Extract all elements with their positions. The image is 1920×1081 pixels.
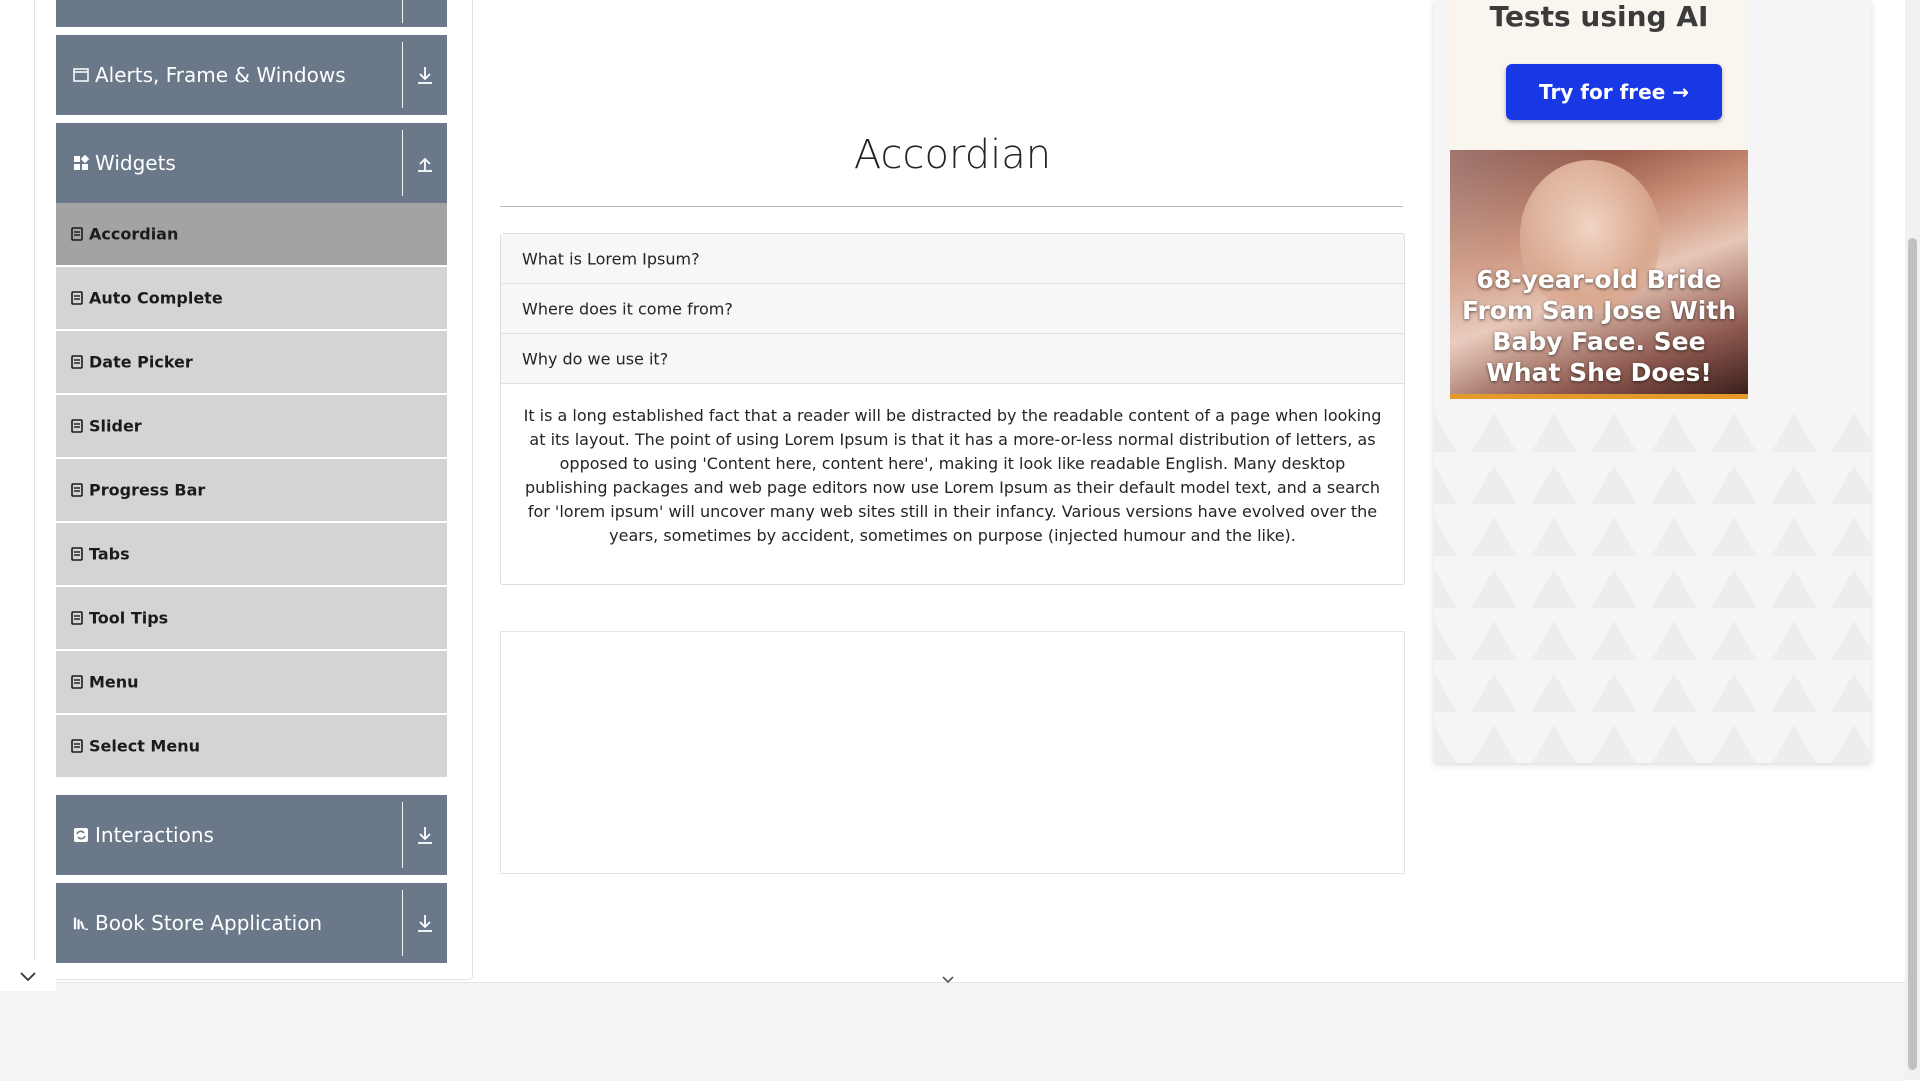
group-title: Widgets — [95, 151, 176, 175]
group-header-alerts-frame-windows[interactable]: Alerts, Frame & Windows — [56, 35, 447, 115]
group-header-previous[interactable] — [56, 0, 447, 27]
menu-item-menu[interactable]: Menu — [56, 651, 447, 713]
interactions-icon — [73, 827, 89, 843]
group-title: Alerts, Frame & Windows — [95, 63, 346, 87]
menu-item-auto-complete[interactable]: Auto Complete — [56, 267, 447, 329]
group-divider — [402, 802, 403, 868]
expand-down-arrow-icon[interactable] — [416, 825, 434, 845]
menu-item-slider[interactable]: Slider — [56, 395, 447, 457]
expand-down-arrow-icon[interactable] — [416, 65, 434, 85]
group-header-book-store-application[interactable]: Book Store Application — [56, 883, 447, 963]
list-item-icon — [71, 227, 85, 243]
menu-item-label: Select Menu — [89, 736, 200, 756]
menu-item-tool-tips[interactable]: Tool Tips — [56, 587, 447, 649]
menu-item-accordian[interactable]: Accordian — [56, 203, 447, 265]
list-item-icon — [71, 355, 85, 371]
widgets-menu-list: Accordian Auto Complete Date Picker Slid… — [56, 203, 447, 779]
menu-item-progress-bar[interactable]: Progress Bar — [56, 459, 447, 521]
menu-item-label: Menu — [89, 672, 139, 692]
accordion: What is Lorem Ipsum? Where does it come … — [500, 233, 1405, 585]
group-title: Book Store Application — [95, 911, 323, 935]
accordion-section-1-header[interactable]: What is Lorem Ipsum? — [501, 234, 1404, 284]
list-item-icon — [71, 611, 85, 627]
ad-placeholder-box — [500, 631, 1405, 874]
menu-item-tabs[interactable]: Tabs — [56, 523, 447, 585]
ad-heading: Tests using AI — [1489, 0, 1709, 33]
page-title: Accordian — [853, 132, 1052, 178]
try-for-free-button[interactable]: Try for free → — [1506, 64, 1722, 120]
group-title: Interactions — [95, 823, 214, 847]
menu-item-date-picker[interactable]: Date Picker — [56, 331, 447, 393]
list-item-icon — [71, 739, 85, 755]
menu-item-label: Slider — [89, 416, 142, 436]
menu-item-label: Accordian — [89, 224, 179, 244]
book-store-icon — [73, 915, 89, 931]
accordion-section-heading: What is Lorem Ipsum? — [522, 249, 700, 268]
ad-banner[interactable]: Tests using AI Try for free → — [1450, 0, 1748, 150]
menu-item-label: Progress Bar — [89, 480, 206, 500]
ad-photo-caption: 68-year-old Bride From San Jose With Bab… — [1461, 265, 1737, 387]
window-icon — [73, 67, 89, 83]
expand-down-arrow-icon[interactable] — [416, 913, 434, 933]
list-item-icon — [71, 675, 85, 691]
collapse-sidebar-button[interactable] — [0, 961, 56, 991]
accordion-section-3-header[interactable]: Why do we use it? — [501, 334, 1404, 384]
menu-item-label: Tool Tips — [89, 608, 169, 628]
accordion-section-3-body: It is a long established fact that a rea… — [523, 406, 1382, 545]
group-divider — [402, 890, 403, 956]
group-header-interactions[interactable]: Interactions — [56, 795, 447, 875]
chevron-down-icon[interactable] — [940, 973, 956, 985]
list-item-icon — [71, 419, 85, 435]
accordion-section-2-header[interactable]: Where does it come from? — [501, 284, 1404, 334]
menu-item-label: Tabs — [89, 544, 130, 564]
list-item-icon — [71, 291, 85, 307]
list-item-icon — [71, 547, 85, 563]
group-divider — [402, 0, 403, 23]
collapse-up-arrow-icon[interactable] — [416, 153, 434, 173]
group-header-widgets[interactable]: Widgets — [56, 123, 447, 203]
ad-background-pattern — [1434, 400, 1871, 763]
chevron-down-icon — [20, 972, 36, 982]
menu-item-select-menu[interactable]: Select Menu — [56, 715, 447, 777]
accordion-section-heading: Where does it come from? — [522, 299, 733, 318]
widgets-grid-icon — [73, 155, 89, 171]
scrollbar-thumb[interactable] — [1908, 238, 1917, 1070]
accordion-section-heading: Why do we use it? — [522, 349, 669, 368]
menu-item-label: Auto Complete — [89, 288, 223, 308]
group-divider — [402, 130, 403, 196]
group-divider — [402, 42, 403, 108]
list-item-icon — [71, 483, 85, 499]
bottom-bar — [0, 982, 1905, 1081]
ad-photo[interactable]: 68-year-old Bride From San Jose With Bab… — [1450, 150, 1748, 399]
title-divider — [500, 206, 1403, 207]
menu-item-label: Date Picker — [89, 352, 193, 372]
ad-panel: Tests using AI Try for free → 68-year-ol… — [1434, 0, 1871, 763]
